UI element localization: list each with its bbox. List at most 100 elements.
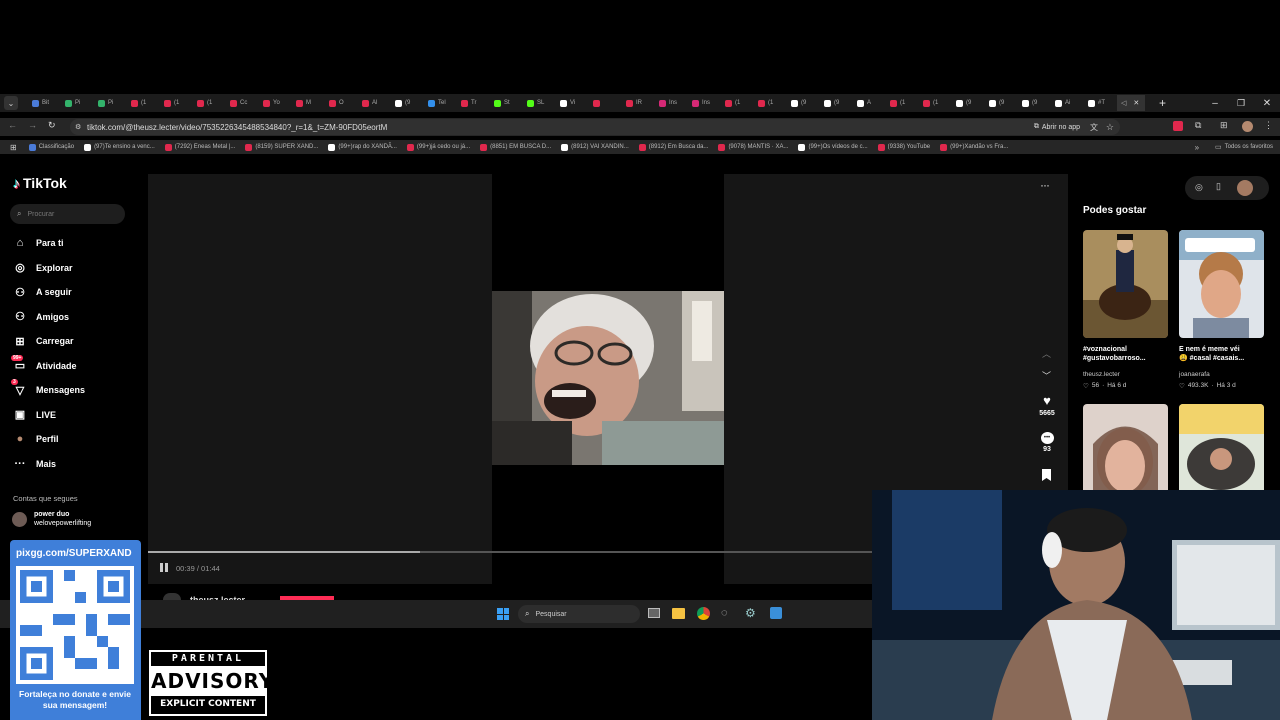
browser-tab[interactable]: [589, 95, 622, 111]
browser-tab[interactable]: (1: [193, 95, 226, 111]
suggestion-caption[interactable]: #voznacional #gustavobarroso...: [1083, 345, 1173, 363]
browser-tab[interactable]: #T: [1084, 95, 1117, 111]
browser-tab[interactable]: Tr: [457, 95, 490, 111]
maximize-button[interactable]: ❐: [1228, 98, 1254, 109]
bookmark-item[interactable]: (8851) EM BUSCA D...: [480, 143, 551, 151]
apps-grid-icon[interactable]: ⊞: [10, 143, 17, 152]
bookmark-item[interactable]: (8912) Em Busca da...: [638, 143, 708, 151]
task-view-icon[interactable]: [648, 608, 660, 618]
nav-item-explorar[interactable]: ◎ Explorar: [0, 256, 140, 281]
chrome-icon[interactable]: [697, 607, 710, 620]
bookmark-item[interactable]: (8159) SUPER XAND...: [245, 143, 318, 151]
author-avatar[interactable]: [163, 593, 181, 600]
bookmark-item[interactable]: (99+)Os vídeos de c...: [798, 143, 868, 151]
browser-tab[interactable]: Bit: [28, 95, 61, 111]
nav-item-a-seguir[interactable]: ⚇ A seguir: [0, 280, 140, 305]
bookmark-item[interactable]: (99+)já cedo ou já...: [406, 143, 470, 151]
browser-tab[interactable]: Pi: [61, 95, 94, 111]
bookmark-item[interactable]: (9338) YouTube: [877, 143, 930, 151]
browser-tab[interactable]: (1: [754, 95, 787, 111]
nav-item-amigos[interactable]: ⚇ Amigos: [0, 305, 140, 330]
extension-puzzle-icon[interactable]: ⊞: [1220, 120, 1228, 131]
previous-video-icon[interactable]: ︿: [1042, 347, 1051, 360]
suggestion-thumbnail[interactable]: [1083, 404, 1168, 494]
nav-item-carregar[interactable]: ⊞ Carregar: [0, 329, 140, 354]
browser-tab[interactable]: (9: [985, 95, 1018, 111]
browser-tab[interactable]: Ins: [655, 95, 688, 111]
browser-tab[interactable]: (9: [820, 95, 853, 111]
browser-tab[interactable]: Cc: [226, 95, 259, 111]
nav-item-atividade[interactable]: ▭ 99+ Atividade: [0, 354, 140, 379]
browser-tab[interactable]: Pi: [94, 95, 127, 111]
browser-tab[interactable]: (1: [721, 95, 754, 111]
compass-icon[interactable]: ◎: [1195, 182, 1203, 193]
suggestion-author[interactable]: joanaerafa: [1179, 371, 1210, 378]
bookmark-item[interactable]: (99+)Xandão vs Fra...: [940, 143, 1008, 151]
suggestion-thumbnail[interactable]: [1083, 230, 1168, 338]
suggestion-thumbnail[interactable]: [1179, 404, 1264, 494]
browser-tab[interactable]: Al: [358, 95, 391, 111]
video-progress-bar[interactable]: [148, 551, 872, 553]
video-more-options-icon[interactable]: ···: [1040, 178, 1050, 192]
taskbar-search-box[interactable]: ⌕ Pesquisar: [518, 605, 640, 623]
suggestion-thumbnail[interactable]: [1179, 230, 1264, 338]
browser-tab[interactable]: (1: [127, 95, 160, 111]
browser-tab[interactable]: O: [325, 95, 358, 111]
browser-tab[interactable]: (1: [919, 95, 952, 111]
pause-button[interactable]: [160, 563, 168, 572]
browser-tab[interactable]: St: [490, 95, 523, 111]
bookmark-item[interactable]: (9078) MANTIS · XA...: [718, 143, 788, 151]
device-icon[interactable]: ▯: [1216, 181, 1221, 192]
forward-icon[interactable]: →: [28, 120, 37, 130]
following-item[interactable]: power duo welovepowerlifting: [12, 510, 91, 529]
browser-tab[interactable]: M: [292, 95, 325, 111]
browser-tab[interactable]: IR: [622, 95, 655, 111]
browser-tab[interactable]: Ai: [1051, 95, 1084, 111]
browser-tab[interactable]: (9: [391, 95, 424, 111]
browser-tab[interactable]: (1: [160, 95, 193, 111]
suggestion-caption[interactable]: E nem é meme véi 😩 #casal #casais...: [1179, 345, 1271, 363]
active-tab[interactable]: ◁ ✕: [1117, 95, 1145, 111]
bookmark-item[interactable]: (7292) Eneas Metal |...: [164, 143, 235, 151]
comment-button[interactable]: ••• 93: [1032, 432, 1062, 453]
tiktok-logo[interactable]: ♪ TikTok: [13, 175, 67, 191]
bookmark-item[interactable]: (8912) VAI XANDIN...: [561, 143, 629, 151]
all-bookmarks-folder[interactable]: ▭ Todos os favoritos: [1215, 143, 1273, 151]
minimize-button[interactable]: –: [1202, 98, 1228, 109]
bookmark-star-icon[interactable]: ☆: [1106, 122, 1114, 133]
browser-tab[interactable]: Ins: [688, 95, 721, 111]
browser-tab[interactable]: (9: [952, 95, 985, 111]
browser-tab[interactable]: (9: [787, 95, 820, 111]
new-tab-button[interactable]: +: [1159, 96, 1166, 110]
browser-tab[interactable]: Yo: [259, 95, 292, 111]
app-icon[interactable]: [770, 607, 782, 619]
bookmark-button[interactable]: [1042, 469, 1051, 481]
address-bar[interactable]: ⚙ tiktok.com/@theusz.lecter/video/753522…: [70, 119, 1120, 135]
reload-icon[interactable]: ↻: [48, 120, 56, 131]
profile-avatar-icon[interactable]: [1242, 121, 1253, 132]
nav-item-live[interactable]: ▣ LIVE: [0, 403, 140, 428]
video-image[interactable]: [492, 291, 724, 465]
extensions-icon[interactable]: ⧉: [1195, 120, 1201, 131]
nav-item-perfil[interactable]: ● Perfil: [0, 427, 140, 452]
site-info-icon[interactable]: ⚙: [75, 123, 81, 131]
browser-tab[interactable]: (1: [886, 95, 919, 111]
bookmarks-overflow-icon[interactable]: »: [1195, 143, 1199, 152]
file-explorer-icon[interactable]: [672, 608, 685, 619]
like-button[interactable]: ♥ 5665: [1032, 394, 1062, 418]
suggestion-author[interactable]: theusz.lecter: [1083, 371, 1120, 378]
browser-tab[interactable]: (9: [1018, 95, 1051, 111]
open-in-app-button[interactable]: ⧉ Abrir no app: [1034, 123, 1080, 131]
app-icon[interactable]: ◌: [721, 607, 728, 619]
browser-tab[interactable]: Vi: [556, 95, 589, 111]
bookmark-item[interactable]: Classificação: [28, 143, 74, 151]
search-box[interactable]: ⌕ Procurar: [10, 204, 125, 224]
nav-item-para-ti[interactable]: ⌂ Para ti: [0, 231, 140, 256]
settings-icon[interactable]: ⚙: [745, 606, 756, 620]
tab-search-button[interactable]: ⌄: [4, 96, 18, 110]
windows-start-icon[interactable]: [497, 608, 509, 620]
browser-tab[interactable]: SL: [523, 95, 556, 111]
bookmark-item[interactable]: (97)Te ensino a venc...: [84, 143, 155, 151]
close-tab-icon[interactable]: ✕: [1133, 99, 1139, 107]
browser-tab[interactable]: Tel: [424, 95, 457, 111]
